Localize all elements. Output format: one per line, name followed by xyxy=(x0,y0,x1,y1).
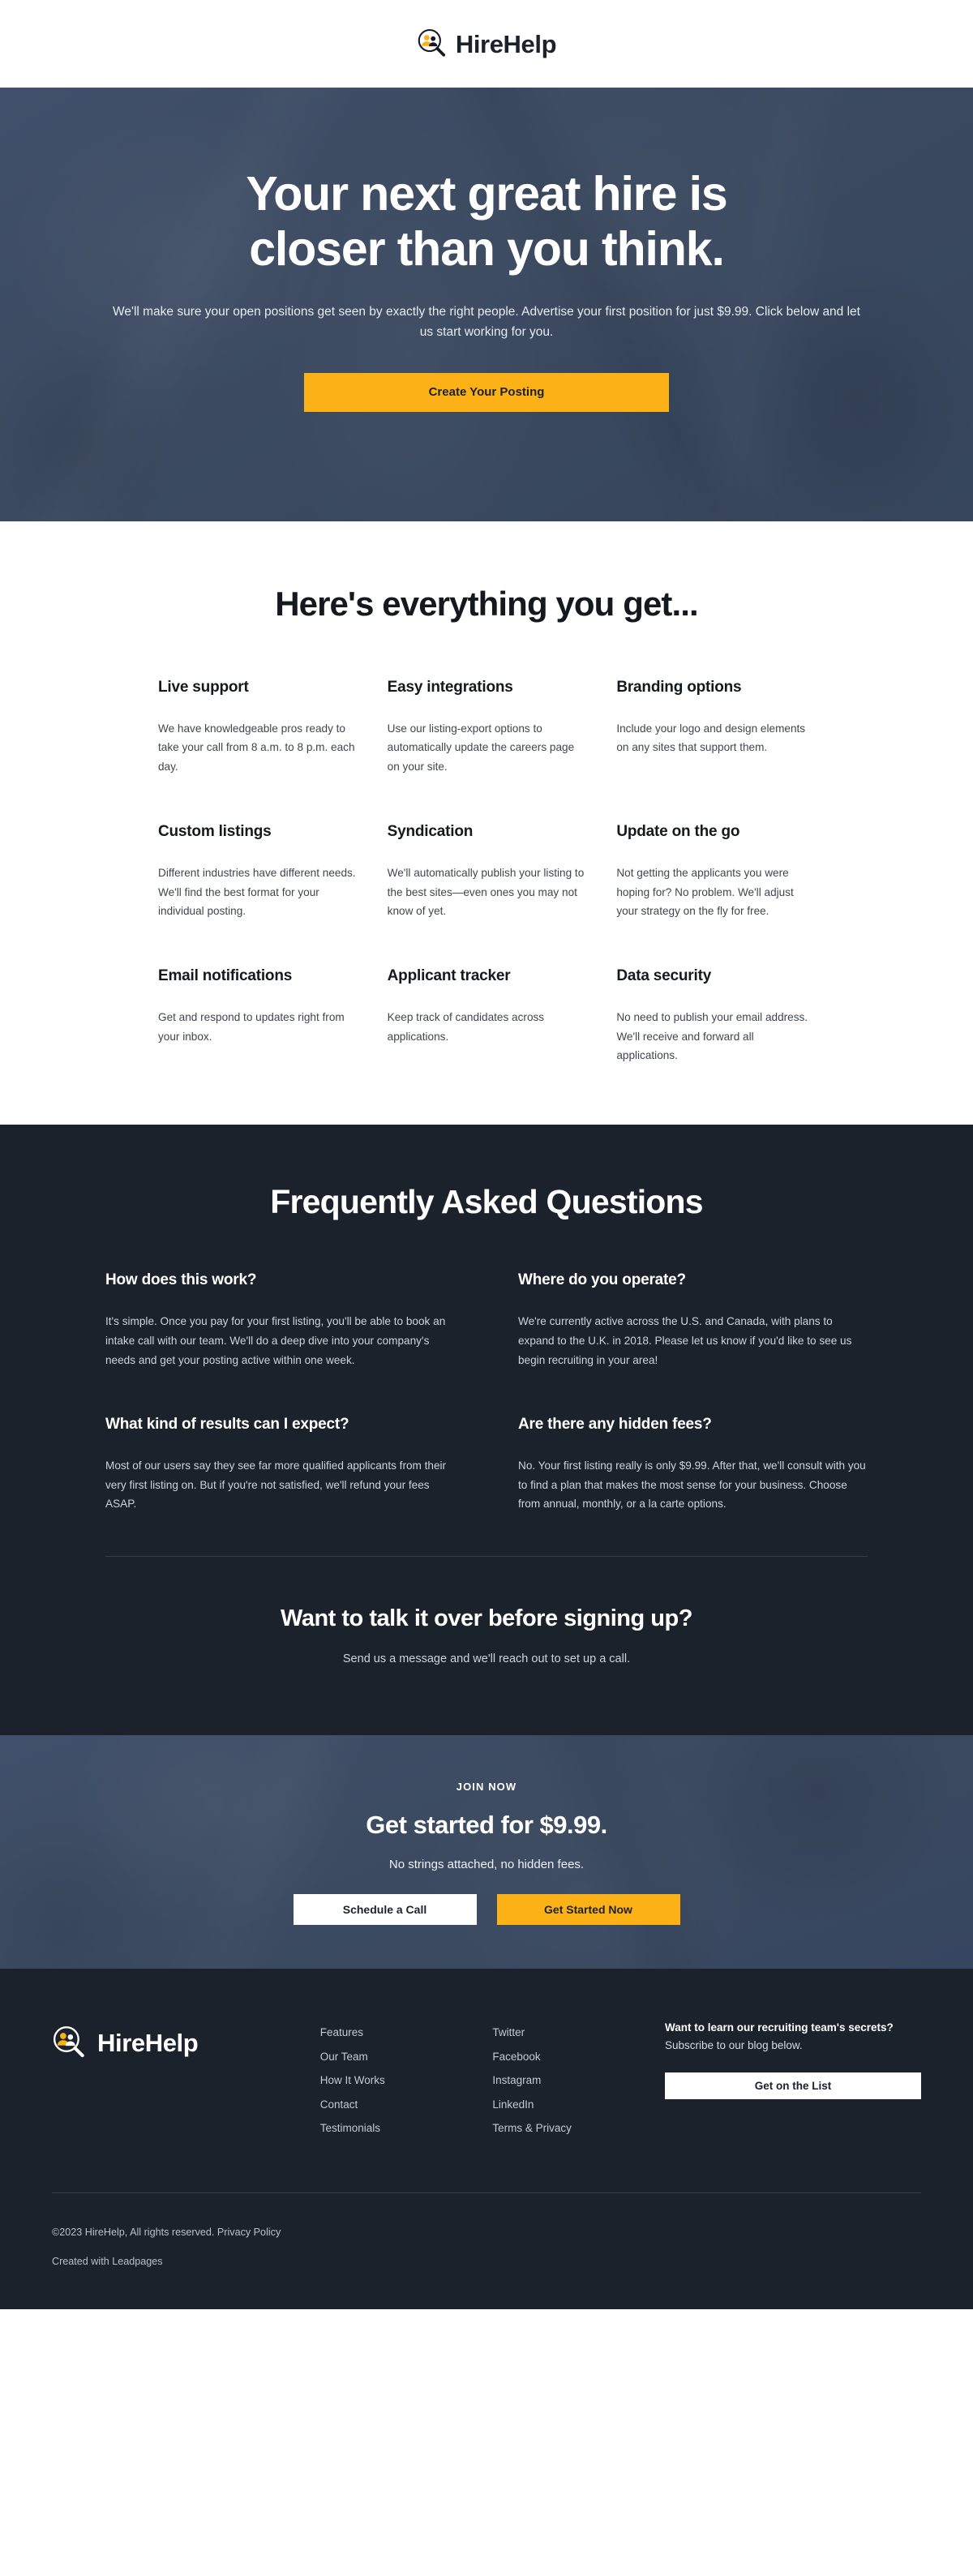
copyright-line: ©2023 HireHelp, All rights reserved. Pri… xyxy=(52,2227,921,2238)
faq-heading: Frequently Asked Questions xyxy=(270,1183,703,1221)
feature-body: We have knowledgeable pros ready to take… xyxy=(158,722,355,773)
features-heading: Here's everything you get... xyxy=(275,585,699,623)
site-header: HireHelp xyxy=(0,0,973,88)
faq-answer: No. Your first listing really is only $9… xyxy=(518,1459,866,1511)
features-grid: Live support We have knowledgeable pros … xyxy=(158,679,815,1065)
brand-logo[interactable]: HireHelp xyxy=(417,28,557,59)
feature-card: Easy integrations Use our listing-export… xyxy=(388,679,586,776)
create-your-posting-button[interactable]: Create Your Posting xyxy=(304,373,669,413)
magnifier-people-icon xyxy=(418,28,445,57)
feature-title: Syndication xyxy=(387,823,474,841)
feature-title: Applicant tracker xyxy=(387,967,511,985)
footer-brand-logo[interactable]: HireHelp xyxy=(52,2014,320,2060)
feature-title: Branding options xyxy=(616,679,742,696)
feature-card: Branding options Include your logo and d… xyxy=(616,679,815,776)
feature-card: Custom listings Different industries hav… xyxy=(158,823,357,920)
feature-body: Include your logo and design elements on… xyxy=(616,722,806,754)
feature-card: Syndication We'll automatically publish … xyxy=(388,823,586,920)
feature-title: Update on the go xyxy=(616,823,740,841)
faq-answer: We're currently active across the U.S. a… xyxy=(518,1315,852,1366)
copyright-text: ©2023 HireHelp, All rights reserved. xyxy=(52,2226,217,2238)
faq-item: Are there any hidden fees? No. Your firs… xyxy=(518,1416,868,1514)
talk-it-over-title: Want to talk it over before signing up? xyxy=(281,1605,692,1632)
hero-section: Your next great hire is closer than you … xyxy=(0,88,973,521)
cta-subtitle: No strings attached, no hidden fees. xyxy=(388,1858,585,1872)
faq-question: What kind of results can I expect? xyxy=(105,1415,349,1433)
footer-link-terms-privacy[interactable]: Terms & Privacy xyxy=(492,2116,665,2141)
footer-link-linkedin[interactable]: LinkedIn xyxy=(492,2093,665,2117)
footer-nav-links: Features Our Team How It Works Contact T… xyxy=(320,2014,493,2141)
footer-subscribe-block: Want to learn our recruiting team's secr… xyxy=(665,2014,921,2099)
faq-question: Are there any hidden fees? xyxy=(518,1415,712,1433)
created-with-leadpages-link[interactable]: Created with Leadpages xyxy=(52,2256,163,2267)
feature-card: Email notifications Get and respond to u… xyxy=(158,967,357,1065)
footer-subscribe-text: Want to learn our recruiting team's secr… xyxy=(665,2019,921,2055)
cta-title: Get started for $9.99. xyxy=(366,1811,607,1840)
feature-card: Applicant tracker Keep track of candidat… xyxy=(388,967,586,1065)
feature-card: Live support We have knowledgeable pros … xyxy=(158,679,357,776)
feature-card: Update on the go Not getting the applica… xyxy=(616,823,815,920)
faq-grid: How does this work? It's simple. Once yo… xyxy=(105,1271,868,1514)
feature-card: Data security No need to publish your em… xyxy=(616,967,815,1065)
faq-item: How does this work? It's simple. Once yo… xyxy=(105,1271,455,1369)
footer-link-our-team[interactable]: Our Team xyxy=(320,2045,493,2069)
feature-body: We'll automatically publish your listing… xyxy=(387,867,585,917)
schedule-a-call-button[interactable]: Schedule a Call xyxy=(293,1894,477,1926)
created-with-line: Created with Leadpages xyxy=(52,2257,921,2267)
get-started-now-button[interactable]: Get Started Now xyxy=(496,1894,680,1926)
footer-link-contact[interactable]: Contact xyxy=(320,2093,493,2117)
faq-answer: It's simple. Once you pay for your first… xyxy=(105,1315,446,1366)
footer-legal: ©2023 HireHelp, All rights reserved. Pri… xyxy=(52,2193,921,2309)
footer-brand-name: HireHelp xyxy=(97,2029,199,2058)
feature-title: Easy integrations xyxy=(387,679,513,696)
footer-link-how-it-works[interactable]: How It Works xyxy=(320,2068,493,2093)
feature-body: Keep track of candidates across applicat… xyxy=(387,1011,545,1043)
faq-item: Where do you operate? We're currently ac… xyxy=(518,1271,868,1369)
feature-body: Get and respond to updates right from yo… xyxy=(158,1011,345,1043)
faq-answer: Most of our users say they see far more … xyxy=(105,1459,447,1511)
magnifier-people-icon xyxy=(53,2026,84,2058)
feature-body: Not getting the applicants you were hopi… xyxy=(616,867,794,917)
footer-social-links: Twitter Facebook Instagram LinkedIn Term… xyxy=(492,2014,665,2141)
footer-link-facebook[interactable]: Facebook xyxy=(492,2045,665,2069)
site-footer: HireHelp Features Our Team How It Works … xyxy=(0,1969,973,2309)
feature-title: Custom listings xyxy=(158,823,272,841)
brand-name: HireHelp xyxy=(455,29,557,58)
hero-title: Your next great hire is closer than you … xyxy=(154,166,819,277)
features-section: Here's everything you get... Live suppor… xyxy=(0,521,973,1125)
feature-body: No need to publish your email address. W… xyxy=(616,1011,808,1061)
talk-it-over-block: Want to talk it over before signing up? … xyxy=(0,1557,973,1735)
feature-body: Use our listing-export options to automa… xyxy=(387,722,575,773)
feature-body: Different industries have different need… xyxy=(158,867,356,917)
faq-item: What kind of results can I expect? Most … xyxy=(105,1416,455,1514)
faq-question: How does this work? xyxy=(105,1271,257,1289)
footer-link-testimonials[interactable]: Testimonials xyxy=(320,2116,493,2141)
faq-section: Frequently Asked Questions How does this… xyxy=(0,1125,973,1736)
hero-subtitle: We'll make sure your open positions get … xyxy=(113,304,860,339)
cta-eyebrow: JOIN NOW xyxy=(456,1781,517,1794)
get-on-the-list-button[interactable]: Get on the List xyxy=(665,2072,921,2099)
privacy-policy-link[interactable]: Privacy Policy xyxy=(217,2227,281,2238)
footer-link-features[interactable]: Features xyxy=(320,2021,493,2045)
faq-question: Where do you operate? xyxy=(518,1271,686,1289)
feature-title: Data security xyxy=(616,967,712,985)
hero-title-line-1: Your next great hire is xyxy=(246,167,727,221)
footer-link-twitter[interactable]: Twitter xyxy=(492,2021,665,2045)
footer-subscribe-strong: Want to learn our recruiting team's secr… xyxy=(665,2021,894,2034)
landing-page: HireHelp Your next great hire is closer … xyxy=(0,0,973,2309)
cta-section: JOIN NOW Get started for $9.99. No strin… xyxy=(0,1735,973,1970)
feature-title: Live support xyxy=(158,679,249,696)
hero-title-line-2: closer than you think. xyxy=(249,222,725,276)
cta-button-group: Schedule a Call Get Started Now xyxy=(0,1894,973,1926)
feature-title: Email notifications xyxy=(158,967,293,985)
talk-it-over-subtitle: Send us a message and we'll reach out to… xyxy=(342,1652,631,1666)
footer-subscribe-rest: Subscribe to our blog below. xyxy=(665,2038,803,2051)
footer-link-instagram[interactable]: Instagram xyxy=(492,2068,665,2093)
